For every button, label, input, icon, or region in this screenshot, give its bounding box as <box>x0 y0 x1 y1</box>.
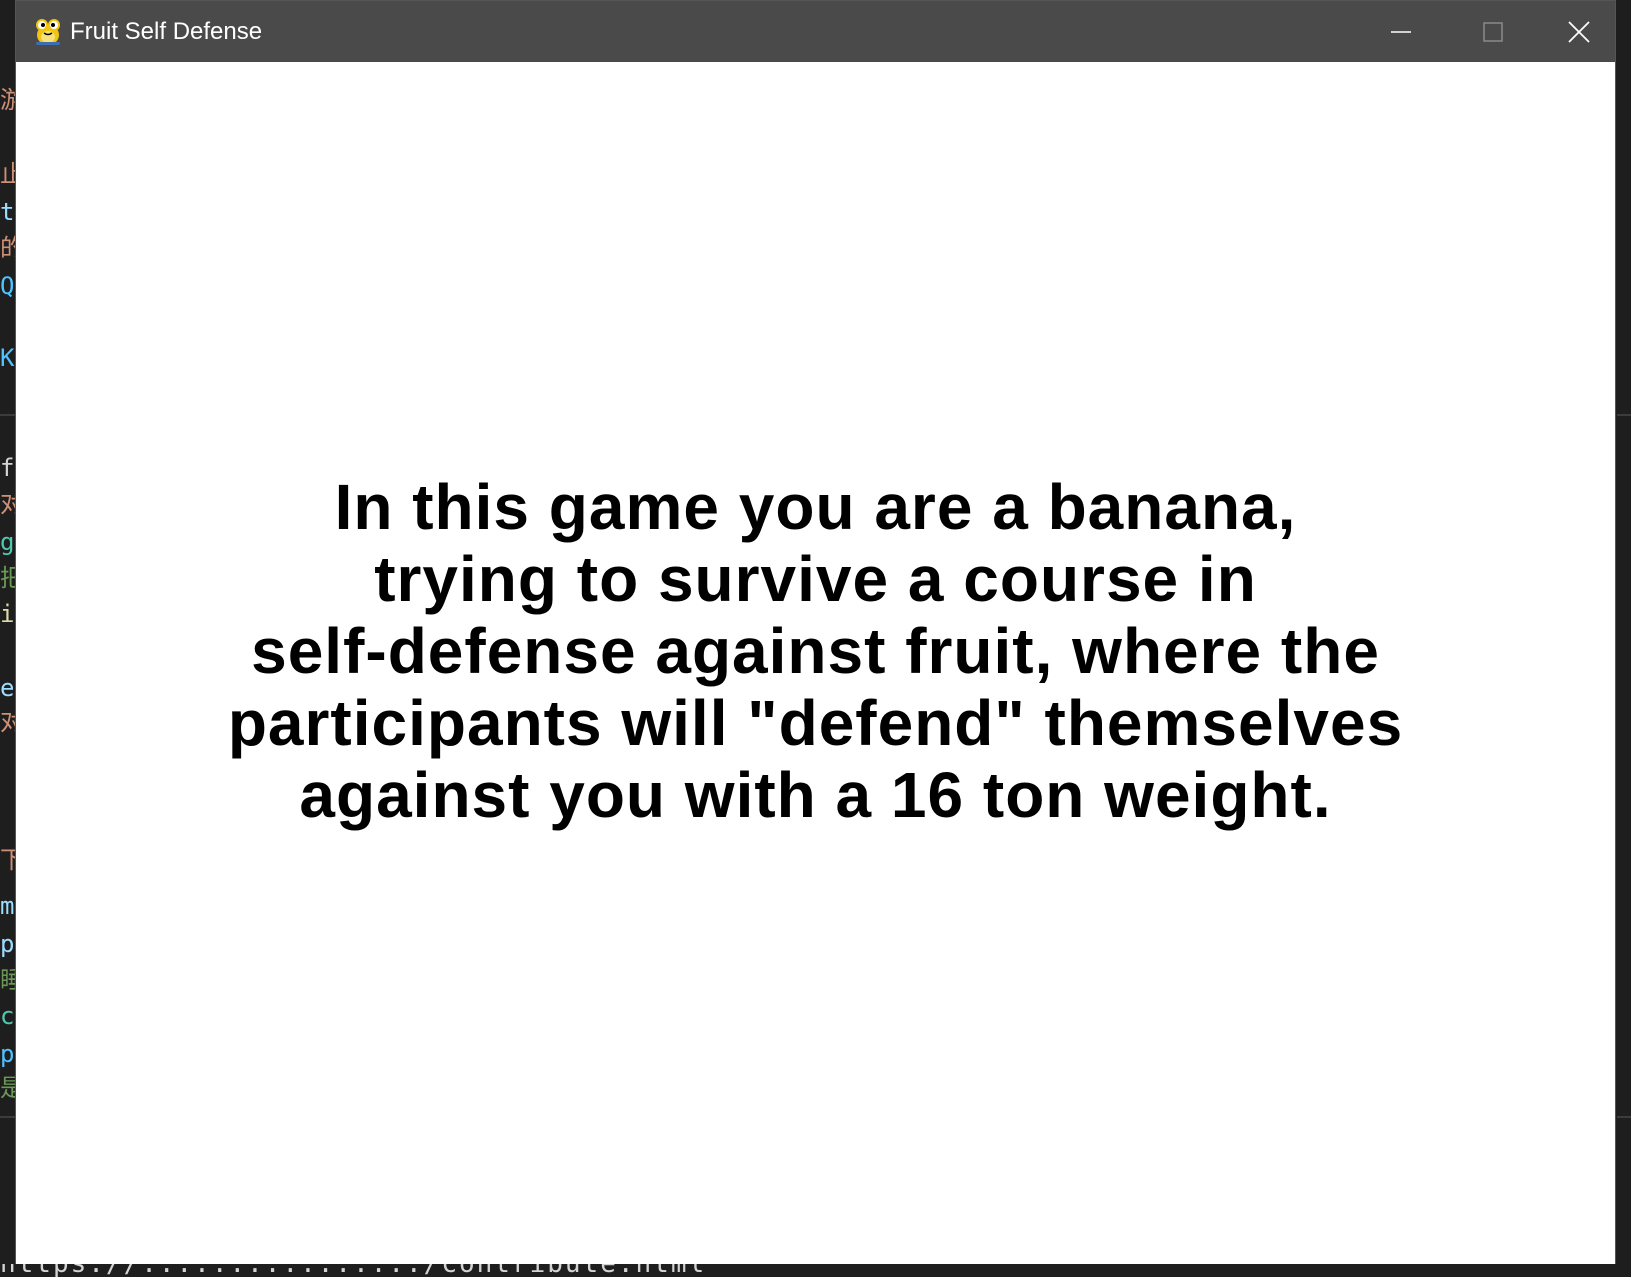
background-editor-fragment: 把 <box>0 564 16 592</box>
minimize-icon <box>1391 30 1411 33</box>
background-editor-fragment: p <box>0 1040 15 1068</box>
background-editor-fragment: 是 <box>0 1074 16 1102</box>
story-line: self-defense against fruit, where the <box>251 615 1380 687</box>
background-editor-fragment: Q <box>0 272 15 300</box>
maximize-button[interactable] <box>1447 1 1539 62</box>
background-editor-fragment: p <box>0 930 15 958</box>
background-divider <box>0 1116 16 1118</box>
background-divider <box>1617 1116 1631 1118</box>
desktop-background: 游 止 t 的 Q K f 对 g 把 i e 对 下 m p 睡 c p 是 <box>0 0 1631 1277</box>
story-line: participants will "defend" themselves <box>227 687 1404 759</box>
close-icon <box>1567 20 1590 43</box>
story-line: against you with a 16 ton weight. <box>299 759 1332 831</box>
background-editor-fragment: K <box>0 344 15 372</box>
intro-story-text: In this game you are a banana, trying to… <box>16 471 1615 831</box>
background-editor-fragment: f <box>0 454 15 482</box>
background-editor-fragment: m <box>0 892 15 920</box>
background-divider <box>1617 414 1631 416</box>
background-editor-fragment: t <box>0 198 15 226</box>
background-editor-fragment: i <box>0 600 15 628</box>
background-editor-fragment: c <box>0 1002 15 1030</box>
background-editor-fragment: e <box>0 674 15 702</box>
background-editor-fragment: 止 <box>0 160 16 188</box>
story-line: trying to survive a course in <box>374 543 1257 615</box>
background-editor-fragment: 睡 <box>0 966 16 994</box>
game-window: Fruit Self Defense In this game you are … <box>15 0 1616 1264</box>
background-editor-fragment: 的 <box>0 234 16 262</box>
background-editor-fragment: 对 <box>0 708 16 736</box>
close-button[interactable] <box>1540 1 1617 62</box>
background-editor-fragment: https://................/contribute.html <box>0 1264 706 1277</box>
minimize-button[interactable] <box>1355 1 1447 62</box>
game-canvas[interactable]: In this game you are a banana, trying to… <box>16 62 1615 1264</box>
background-editor-fragment: 下 <box>0 846 16 874</box>
maximize-icon <box>1483 21 1503 42</box>
background-editor-fragment: 对 <box>0 490 16 518</box>
pygame-snake-icon <box>36 19 60 45</box>
window-title: Fruit Self Defense <box>70 18 263 45</box>
background-editor-fragment: 游 <box>0 86 16 114</box>
story-line: In this game you are a banana, <box>334 471 1297 543</box>
title-bar[interactable]: Fruit Self Defense <box>16 1 1615 62</box>
background-editor-fragment: g <box>0 528 15 556</box>
background-divider <box>0 414 16 416</box>
